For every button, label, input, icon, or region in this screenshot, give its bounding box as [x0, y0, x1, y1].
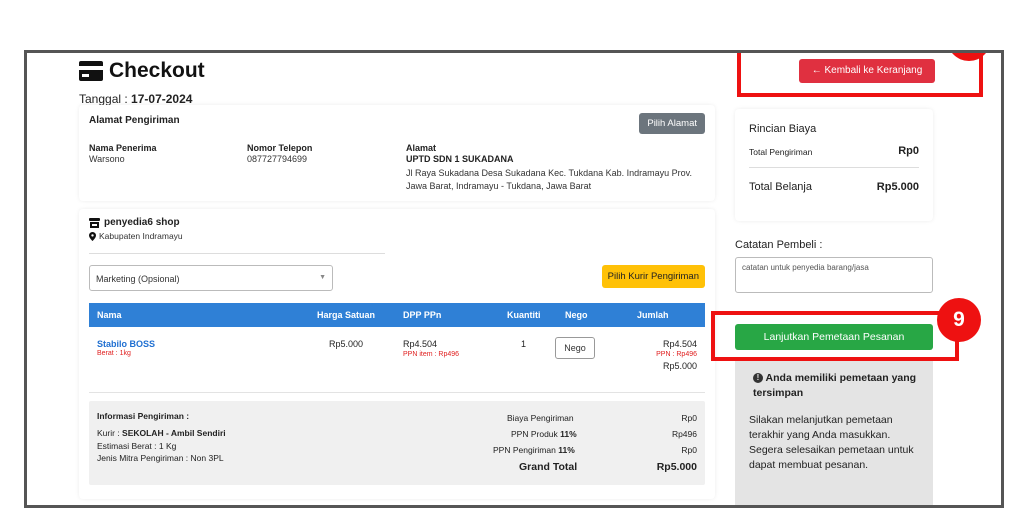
- grand-total-label: Grand Total: [519, 461, 578, 473]
- cost-summary-card: Rincian Biaya Total Pengiriman Rp0 Total…: [735, 109, 933, 221]
- phone-value: 087727794699: [247, 154, 308, 164]
- shipping-cost-label: Biaya Pengiriman: [507, 413, 574, 423]
- address-line2: Jawa Barat, Indramayu - Tukdana, Jawa Ba…: [406, 181, 592, 191]
- table-row: Stabilo BOSS Berat : 1kg Rp5.000 Rp4.504…: [89, 327, 705, 393]
- item-total-ppn: PPN : Rp496: [656, 351, 697, 358]
- shipping-cost-value: Rp0: [681, 413, 697, 423]
- courier-info: Kurir : SEKOLAH - Ambil Sendiri: [97, 428, 226, 438]
- weight-estimate: Estimasi Berat : 1 Kg: [97, 441, 177, 451]
- col-dpp: DPP PPn: [403, 310, 442, 320]
- address-name: UPTD SDN 1 SUKADANA: [406, 154, 514, 164]
- shipping-info-heading: Informasi Pengiriman :: [97, 411, 190, 421]
- recipient-label: Nama Penerima: [89, 143, 157, 153]
- marketing-select[interactable]: Marketing (Opsional) ▼: [89, 265, 333, 291]
- ppn-shipping-label: PPN Pengiriman 11%: [493, 445, 575, 455]
- divider: [749, 167, 919, 168]
- ppn-shipping-value: Rp0: [681, 445, 697, 455]
- divider: [89, 253, 385, 254]
- item-dpp: Rp4.504: [403, 339, 438, 349]
- address-line1: Jl Raya Sukadana Desa Sukadana Kec. Tukd…: [406, 168, 693, 178]
- checkout-page: Checkout Tanggal : 17-07-2024 Alamat Pen…: [24, 50, 1004, 508]
- item-ppn: PPN item : Rp496: [403, 351, 460, 358]
- highlight-continue-button: [711, 311, 959, 361]
- shop-card: penyedia6 shop Kabupaten Indramayu Marke…: [79, 209, 715, 499]
- buyer-notes-label: Catatan Pembeli :: [735, 239, 823, 251]
- shop-name: penyedia6 shop: [89, 217, 180, 228]
- address-label: Alamat: [406, 143, 437, 153]
- col-qty: Kuantiti: [507, 310, 541, 320]
- nego-button[interactable]: Nego: [555, 337, 595, 359]
- ppn-product-label: PPN Produk 11%: [511, 429, 577, 439]
- col-total: Jumlah: [637, 310, 669, 320]
- col-nego: Nego: [565, 310, 588, 320]
- address-heading: Alamat Pengiriman: [89, 115, 180, 126]
- total-shipping-label: Total Pengiriman: [749, 147, 813, 157]
- item-qty: 1: [521, 339, 527, 349]
- recipient-value: Warsono: [89, 154, 125, 164]
- item-name-link[interactable]: Stabilo BOSS: [97, 339, 155, 349]
- choose-address-button[interactable]: Pilih Alamat: [639, 113, 705, 134]
- info-icon: !: [753, 373, 763, 384]
- shipping-info-box: Informasi Pengiriman : Kurir : SEKOLAH -…: [89, 401, 705, 485]
- shop-location: Kabupaten Indramayu: [89, 231, 183, 241]
- item-total: Rp5.000: [662, 361, 697, 371]
- item-unit-price: Rp5.000: [329, 339, 364, 349]
- col-name: Nama: [97, 310, 122, 320]
- items-table-header: Nama Harga Satuan DPP PPn Kuantiti Nego …: [89, 303, 705, 327]
- partner-type: Jenis Mitra Pengiriman : Non 3PL: [97, 453, 224, 463]
- map-pin-icon: [89, 231, 96, 241]
- page-title: Checkout: [79, 59, 205, 83]
- choose-courier-button[interactable]: Pilih Kurir Pengiriman: [601, 265, 705, 288]
- store-icon: [89, 217, 100, 228]
- item-total-dpp: Rp4.504: [662, 339, 697, 349]
- step-marker-9: 9: [937, 298, 981, 342]
- grand-total-value: Rp5.000: [656, 461, 697, 473]
- total-spend-label: Total Belanja: [749, 181, 812, 193]
- page-title-text: Checkout: [109, 59, 205, 82]
- buyer-notes-input[interactable]: catatan untuk penyedia barang/jasa: [735, 257, 933, 293]
- chevron-down-icon: ▼: [319, 274, 326, 281]
- summary-heading: Rincian Biaya: [749, 123, 817, 135]
- credit-card-icon: [79, 61, 103, 81]
- item-weight: Berat : 1kg: [97, 350, 131, 357]
- col-unit-price: Harga Satuan: [317, 310, 376, 320]
- alert-body: Silakan melanjutkan pemetaan terakhir ya…: [749, 414, 914, 471]
- phone-label: Nomor Telepon: [247, 143, 313, 153]
- order-date: Tanggal : 17-07-2024: [79, 92, 193, 106]
- ppn-product-value: Rp496: [671, 429, 697, 439]
- shipping-address-card: Alamat Pengiriman Pilih Alamat Nama Pene…: [79, 105, 715, 201]
- highlight-back-button: [737, 53, 983, 97]
- saved-mapping-alert: ! Anda memiliki pemetaan yang tersimpan …: [735, 361, 933, 505]
- total-shipping-value: Rp0: [898, 145, 919, 157]
- alert-title: ! Anda memiliki pemetaan yang tersimpan: [753, 372, 917, 399]
- total-spend-value: Rp5.000: [876, 181, 919, 193]
